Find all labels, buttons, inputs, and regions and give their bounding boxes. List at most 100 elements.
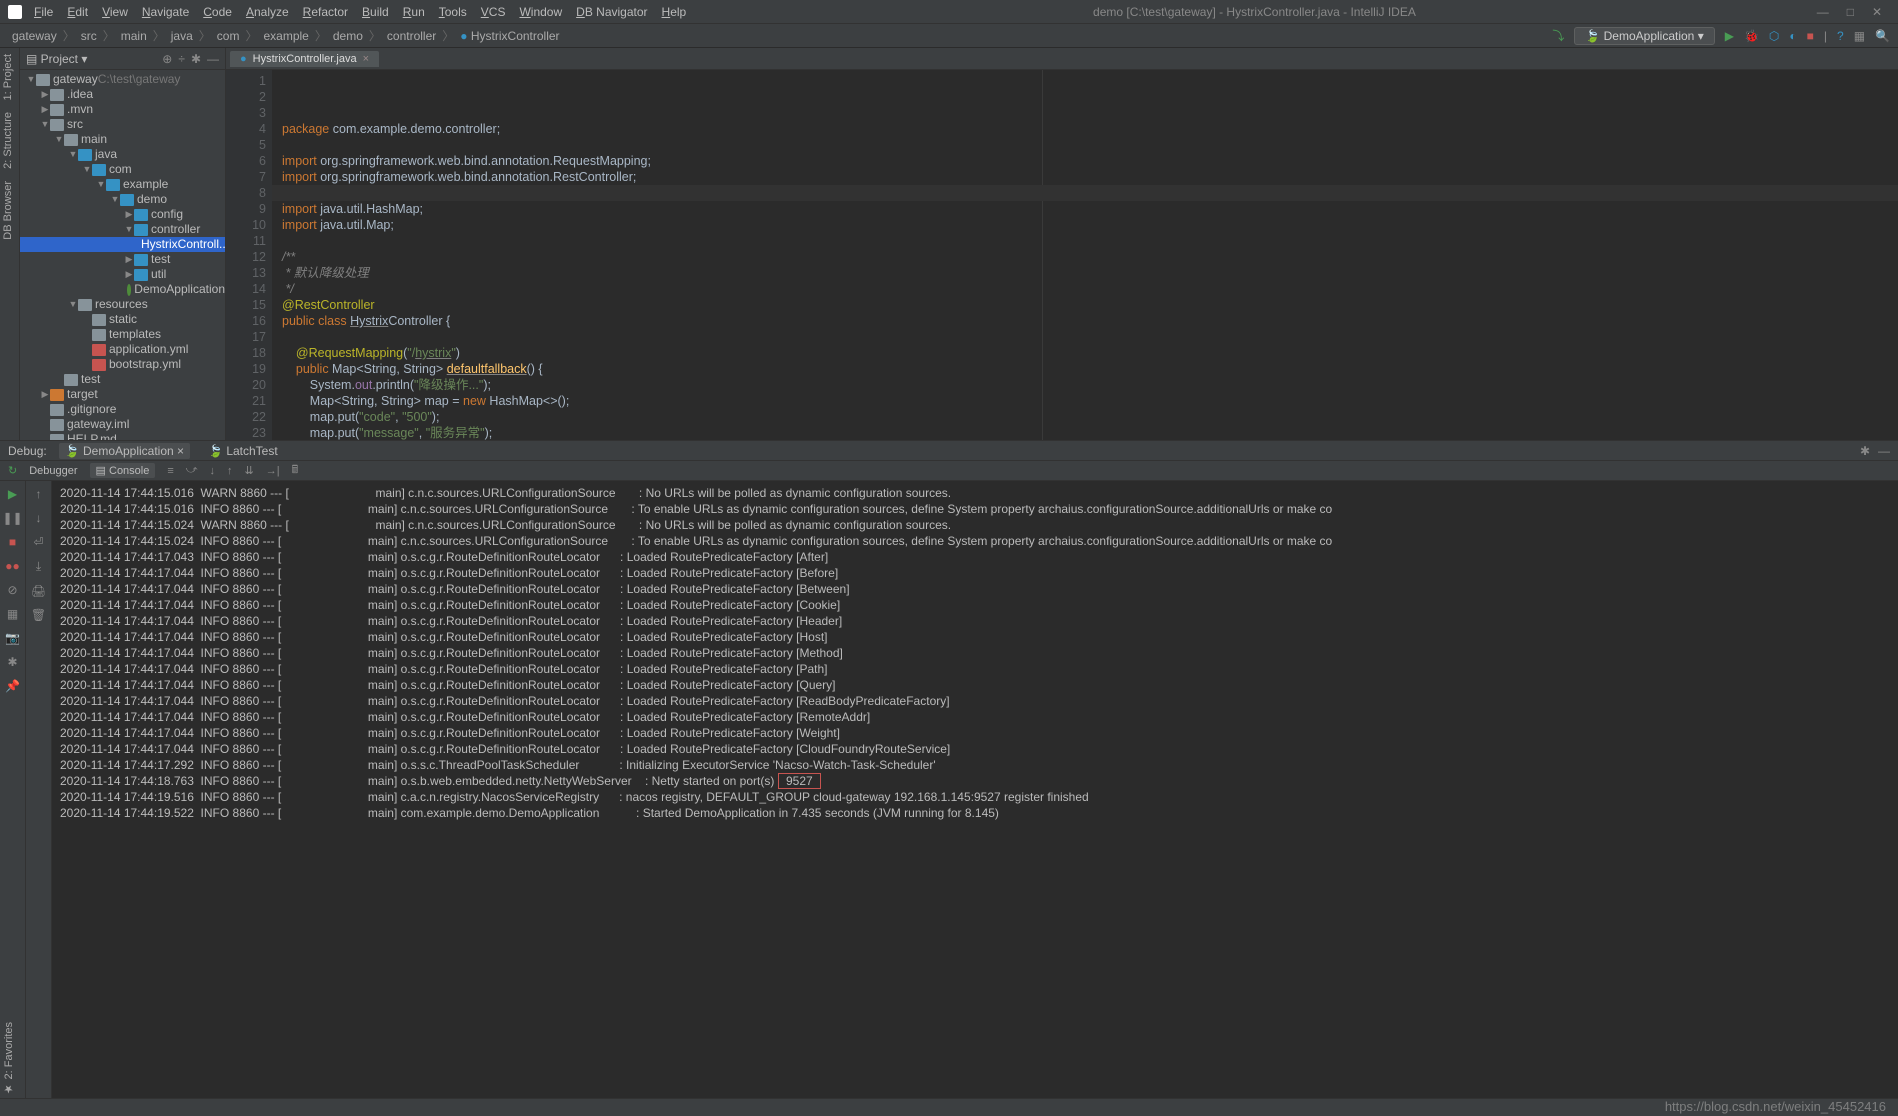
tree-item-test[interactable]: ▶test [20, 252, 225, 267]
code-line-4[interactable]: import org.springframework.web.bind.anno… [282, 169, 1898, 185]
code-line-8[interactable] [282, 233, 1898, 249]
tool-tab-favorites[interactable]: ★ 2: Favorites [2, 1022, 15, 1096]
step-out-icon[interactable]: ↑ [227, 465, 233, 477]
log-line[interactable]: 2020-11-14 17:44:19.522 INFO 8860 --- [ … [60, 805, 1890, 821]
expand-arrow[interactable]: ▶ [124, 252, 134, 267]
resume-icon[interactable]: ▶ [8, 487, 17, 501]
code-line-19[interactable]: map.put("code", "500"); [282, 409, 1898, 425]
maximize-icon[interactable]: □ [1847, 5, 1854, 19]
menu-analyze[interactable]: Analyze [240, 3, 295, 21]
tree-item-templates[interactable]: templates [20, 327, 225, 342]
code-line-9[interactable]: /** [282, 249, 1898, 265]
run-icon[interactable]: ▶ [1725, 29, 1734, 43]
settings-icon[interactable]: ✱ [191, 52, 201, 66]
tree-item--gitignore[interactable]: .gitignore [20, 402, 225, 417]
tree-item-hystrixcontroll-[interactable]: HystrixControll... [20, 237, 225, 252]
minimize-icon[interactable]: — [1817, 5, 1829, 19]
log-line[interactable]: 2020-11-14 17:44:17.044 INFO 8860 --- [ … [60, 677, 1890, 693]
layout-icon[interactable]: ▦ [7, 607, 18, 621]
code-line-3[interactable]: import org.springframework.web.bind.anno… [282, 153, 1898, 169]
editor-tab-active[interactable]: ● HystrixController.java × [230, 51, 379, 67]
code-line-15[interactable]: @RequestMapping("/hystrix") [282, 345, 1898, 361]
stop-debug-icon[interactable]: ■ [9, 535, 16, 549]
debug-tab-latchtest[interactable]: 🍃 LatchTest [202, 443, 284, 459]
close-tab-icon[interactable]: × [363, 53, 369, 65]
menu-tools[interactable]: Tools [433, 3, 473, 21]
log-line[interactable]: 2020-11-14 17:44:17.044 INFO 8860 --- [ … [60, 581, 1890, 597]
debug-icon[interactable]: 🐞 [1744, 29, 1759, 43]
expand-arrow[interactable]: ▼ [124, 222, 134, 237]
mute-bp-icon[interactable]: ⊘ [7, 583, 17, 597]
expand-arrow[interactable]: ▶ [124, 267, 134, 282]
debug-hide-icon[interactable]: — [1878, 444, 1890, 458]
menu-vcs[interactable]: VCS [475, 3, 512, 21]
log-line[interactable]: 2020-11-14 17:44:17.043 INFO 8860 --- [ … [60, 549, 1890, 565]
menu-edit[interactable]: Edit [61, 3, 94, 21]
clear-icon[interactable]: 🗑 [31, 608, 46, 622]
log-line[interactable]: 2020-11-14 17:44:17.044 INFO 8860 --- [ … [60, 613, 1890, 629]
tree-item--mvn[interactable]: ▶.mvn [20, 102, 225, 117]
expand-arrow[interactable]: ▼ [40, 117, 50, 132]
crumb-gateway[interactable]: gateway [8, 29, 61, 43]
code-line-2[interactable] [282, 137, 1898, 153]
tree-item-resources[interactable]: ▼resources [20, 297, 225, 312]
crumb-main[interactable]: main [117, 29, 151, 43]
expand-arrow[interactable]: ▼ [68, 147, 78, 162]
hide-icon[interactable]: — [207, 52, 219, 66]
code-line-20[interactable]: map.put("message", "服务异常"); [282, 425, 1898, 440]
tool-tab-dbbrowser[interactable]: DB Browser [0, 175, 16, 246]
close-icon[interactable]: ✕ [1872, 5, 1882, 19]
log-line[interactable]: 2020-11-14 17:44:17.044 INFO 8860 --- [ … [60, 725, 1890, 741]
project-view-selector[interactable]: ▤ Project ▾ [26, 52, 87, 66]
menu-window[interactable]: Window [513, 3, 568, 21]
up-icon[interactable]: ↑ [36, 487, 42, 501]
expand-arrow[interactable]: ▼ [110, 192, 120, 207]
menu-run[interactable]: Run [397, 3, 431, 21]
pin-icon[interactable]: 📌 [5, 679, 20, 693]
rerun-icon[interactable]: ↻ [8, 464, 17, 477]
stop-icon[interactable]: ■ [1807, 29, 1814, 43]
collapse-icon[interactable]: ÷ [178, 52, 185, 66]
tree-item-target[interactable]: ▶target [20, 387, 225, 402]
settings2-icon[interactable]: ✱ [7, 655, 17, 669]
menu-help[interactable]: Help [656, 3, 693, 21]
log-line[interactable]: 2020-11-14 17:44:17.044 INFO 8860 --- [ … [60, 709, 1890, 725]
code-line-12[interactable]: @RestController [282, 297, 1898, 313]
coverage-icon[interactable]: ⬡ [1769, 29, 1779, 43]
expand-arrow[interactable]: ▶ [40, 102, 50, 117]
expand-arrow[interactable]: ▶ [40, 87, 50, 102]
crumb-com[interactable]: com [213, 29, 244, 43]
log-line[interactable]: 2020-11-14 17:44:17.044 INFO 8860 --- [ … [60, 565, 1890, 581]
code-area[interactable]: 123456789101112131415161718192021222324 … [226, 70, 1898, 440]
print-icon[interactable]: 🖨 [31, 584, 46, 598]
run-to-cursor-icon[interactable]: →| [266, 465, 280, 477]
tree-item-application-yml[interactable]: application.yml [20, 342, 225, 357]
crumb-hystrixcontroller[interactable]: ● HystrixController [456, 29, 563, 43]
menu-view[interactable]: View [96, 3, 134, 21]
search-icon[interactable]: 🔍 [1875, 29, 1890, 43]
pause-icon[interactable]: ❚❚ [2, 511, 22, 525]
scroll-icon[interactable]: ⤓ [36, 559, 41, 574]
menu-db-navigator[interactable]: DB Navigator [570, 3, 653, 21]
code-line-13[interactable]: public class HystrixController { [282, 313, 1898, 329]
log-line[interactable]: 2020-11-14 17:44:15.016 WARN 8860 --- [ … [60, 485, 1890, 501]
expand-arrow[interactable]: ▼ [68, 297, 78, 312]
menu-file[interactable]: File [28, 3, 59, 21]
tree-item-example[interactable]: ▼example [20, 177, 225, 192]
build-icon[interactable]: ⤵ [1552, 27, 1564, 44]
tree-item-help-md[interactable]: HELP.md [20, 432, 225, 440]
code-line-18[interactable]: Map<String, String> map = new HashMap<>(… [282, 393, 1898, 409]
tree-item-test[interactable]: test [20, 372, 225, 387]
code-line-6[interactable]: import java.util.HashMap; [282, 201, 1898, 217]
step-over-icon[interactable]: ⤻ [186, 464, 198, 477]
menu-navigate[interactable]: Navigate [136, 3, 195, 21]
tree-item-util[interactable]: ▶util [20, 267, 225, 282]
expand-arrow[interactable]: ▼ [26, 72, 36, 87]
help-icon[interactable]: ? [1837, 29, 1844, 43]
code-line-14[interactable] [282, 329, 1898, 345]
crumb-src[interactable]: src [77, 29, 101, 43]
menu-code[interactable]: Code [197, 3, 238, 21]
breakpoints-icon[interactable]: ●● [5, 559, 20, 573]
log-line[interactable]: 2020-11-14 17:44:17.044 INFO 8860 --- [ … [60, 629, 1890, 645]
tree-item-main[interactable]: ▼main [20, 132, 225, 147]
